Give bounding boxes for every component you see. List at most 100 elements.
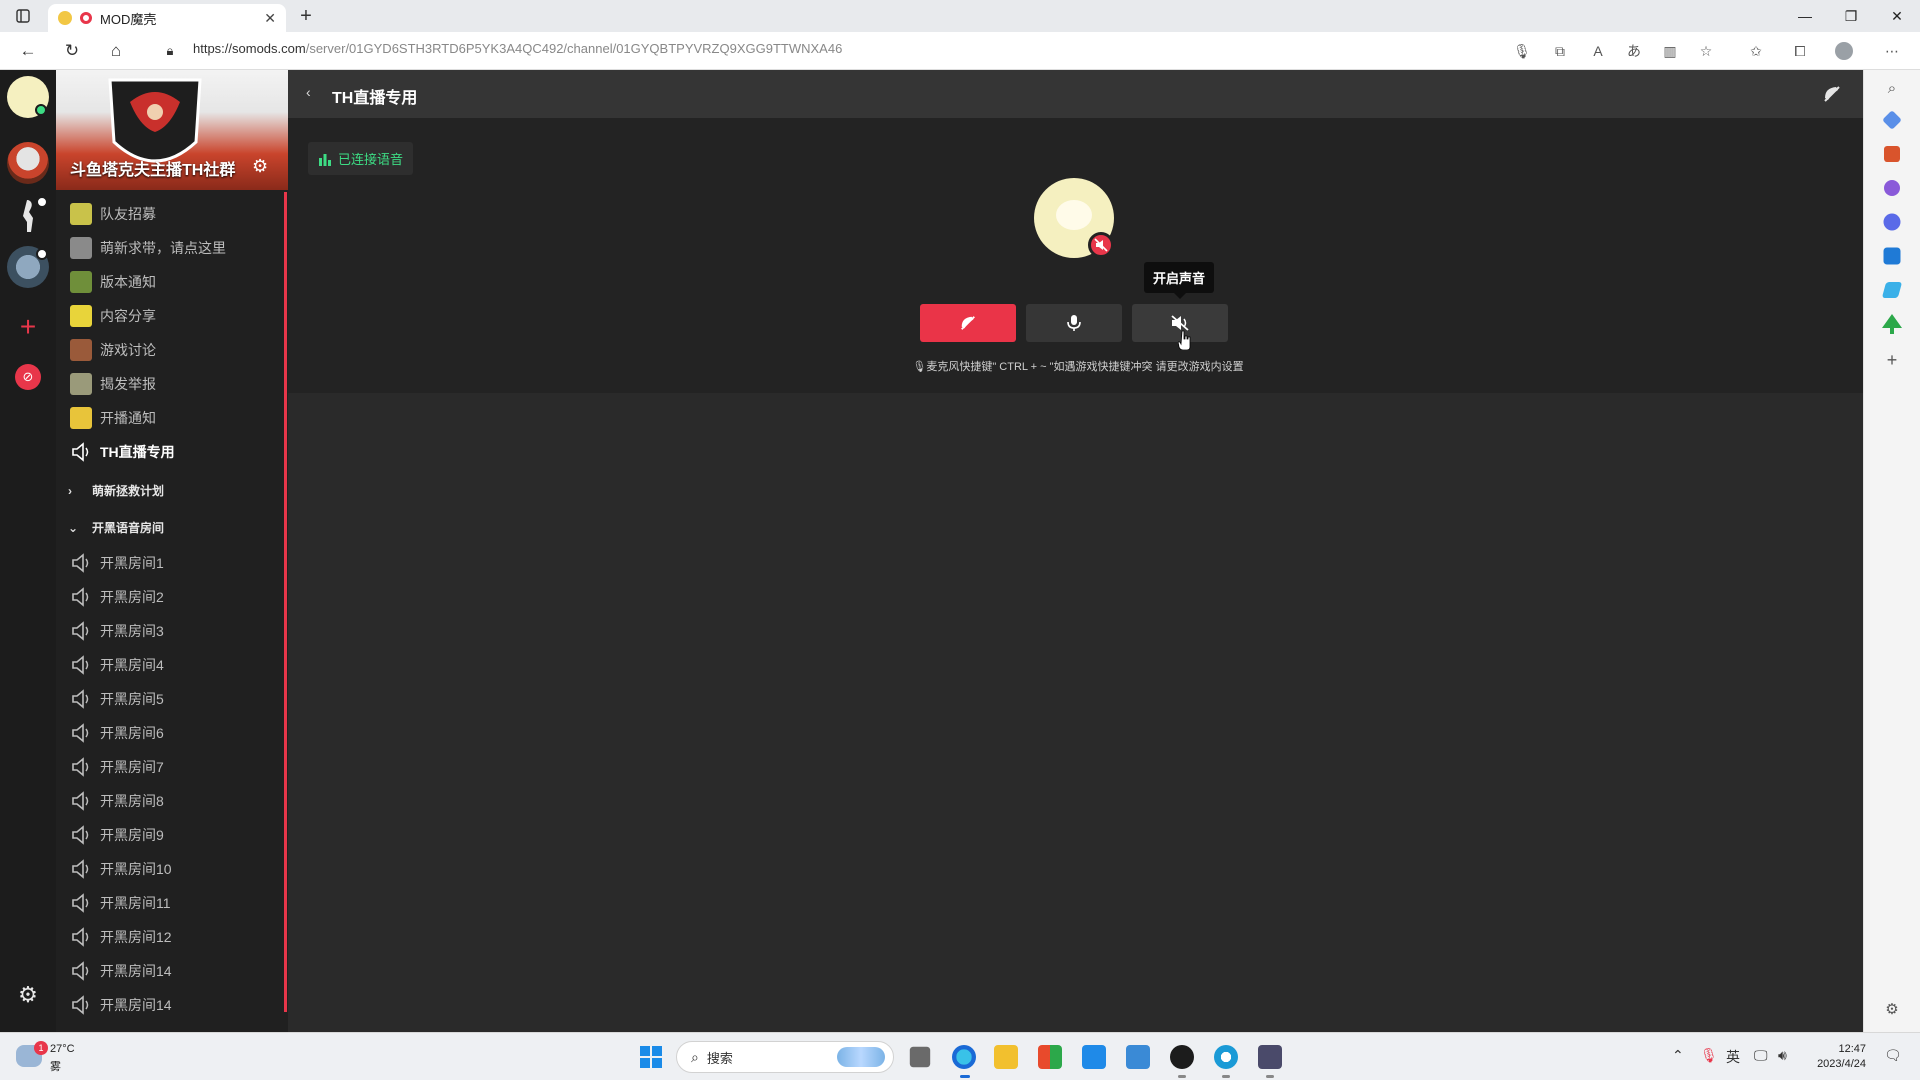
taskbar-search[interactable]: ⌕ 搜索 [676,1041,894,1073]
favorites-icon[interactable]: ✩ [1746,41,1766,61]
channel-item[interactable]: 队友招募 [70,200,278,228]
lock-icon[interactable]: 🔒︎ [156,37,184,65]
server-settings-gear-icon[interactable]: ⚙ [252,156,268,177]
reload-button[interactable]: ↻ [58,37,86,65]
microphone-button[interactable] [1026,304,1122,342]
tab-actions-icon[interactable] [0,0,46,32]
address-bar[interactable]: https://somods.com/server/01GYD6STH3RTD6… [193,41,842,56]
server-icon-th[interactable] [7,142,49,184]
collections-icon[interactable]: ⧠ [1790,41,1810,61]
edge-shopping-icon[interactable] [1882,110,1902,130]
add-favorite-icon[interactable]: ☆ [1696,41,1716,61]
voice-room-item[interactable]: 开黑房间14 [70,957,278,985]
minimize-button[interactable]: — [1782,0,1828,32]
browser-toolbar: ← ↻ ⌂ 🔒︎ https://somods.com/server/01GYD… [0,32,1920,70]
read-aloud-icon[interactable]: A [1588,41,1608,61]
app-chat-icon[interactable] [1170,1045,1194,1069]
clock[interactable]: 12:47 2023/4/24 [1806,1042,1866,1072]
channel-item[interactable]: 开播通知 [70,404,278,432]
edge-games-icon[interactable] [1884,180,1900,196]
channel-emblem-icon [70,407,92,429]
voice-room-item[interactable]: 开黑房间9 [70,821,278,849]
disconnect-button[interactable] [920,304,1016,342]
edge-settings-icon[interactable]: ⚙ [1882,1000,1902,1020]
channel-header: ‹ TH直播专用 [288,70,1863,118]
browser-tab-active[interactable]: MOD魔壳 ✕ [48,4,286,32]
channel-item[interactable]: 揭发举报 [70,370,278,398]
app-ring-icon[interactable] [1214,1045,1238,1069]
voice-room-item[interactable]: 开黑房间2 [70,583,278,611]
voice-room-item[interactable]: 开黑房间6 [70,719,278,747]
channel-item[interactable]: 内容分享 [70,302,278,330]
category-collapsed[interactable]: › 萌新拯救计划 [68,482,164,499]
channel-item[interactable]: 萌新求带，请点这里 [70,234,278,262]
back-button[interactable]: ← [14,37,42,65]
voice-room-item[interactable]: 开黑房间3 [70,617,278,645]
user-settings-gear-icon[interactable]: ⚙ [7,974,49,1016]
voice-room-item[interactable]: 开黑房间1 [70,549,278,577]
voice-room-item[interactable]: 开黑房间4 [70,651,278,679]
channel-label: 开播通知 [100,410,156,426]
voice-room-label: 开黑房间11 [100,895,171,911]
app-game-icon[interactable] [1258,1045,1282,1069]
edge-browser-icon[interactable] [952,1045,976,1069]
edge-copilot-icon[interactable] [1883,213,1901,231]
translate-icon[interactable]: あ [1624,41,1644,61]
edge-tools-icon[interactable] [1884,146,1900,162]
mic-shortcut-hint: 🎙︎麦克风快捷键" CTRL + ~ "如遇游戏快捷键冲突 请更改游戏内设置 [898,358,1258,374]
start-windows-icon[interactable] [640,1046,662,1068]
mic-permission-icon[interactable]: 🎙︎ [1512,41,1532,61]
speaker-icon [72,995,89,1015]
edge-add-icon[interactable]: + [1882,350,1902,370]
weather-widget[interactable]: 1 27°C 雾 [16,1041,76,1073]
ime-indicator[interactable]: 英 [1726,1047,1740,1067]
channel-item[interactable]: 版本通知 [70,268,278,296]
mic-small-icon: 🎙︎ [912,361,927,373]
restore-button[interactable]: ❐ [1828,0,1874,32]
voice-room-item[interactable]: 开黑房间10 [70,855,278,883]
voice-room-item[interactable]: 开黑房间14 [70,991,278,1019]
task-view-icon[interactable] [909,1046,931,1068]
voice-room-label: 开黑房间12 [100,929,172,945]
explore-icon[interactable]: ⊘ [7,356,49,398]
microsoft-store-icon[interactable] [1038,1045,1062,1069]
split-screen-icon[interactable]: ▥ [1660,41,1680,61]
home-button[interactable]: ⌂ [102,37,130,65]
server-name[interactable]: 斗鱼塔克夫主播TH社群 [70,156,235,180]
windows-taskbar: 1 27°C 雾 ⌕ 搜索 ⌃ 🎙︎ 英 🖵︎ 🔊︎ 12:47 2023/4/… [0,1032,1920,1080]
mail-icon[interactable] [1082,1045,1106,1069]
channel-item[interactable]: 游戏讨论 [70,336,278,364]
profile-avatar-icon[interactable] [1834,41,1854,61]
app-bird-icon[interactable] [1126,1045,1150,1069]
volume-icon[interactable]: 🔊︎ [1778,1047,1787,1064]
speaker-icon [72,587,89,607]
channel-label: TH直播专用 [100,444,175,460]
file-explorer-icon[interactable] [994,1045,1018,1069]
voice-room-item[interactable]: 开黑房间7 [70,753,278,781]
category-expanded[interactable]: ⌄ 开黑语音房间 [68,519,164,536]
voice-room-item[interactable]: 开黑房间12 [70,923,278,951]
more-menu-icon[interactable]: ⋯ [1882,41,1902,61]
tray-mic-icon[interactable]: 🎙︎ [1700,1047,1718,1064]
close-window-button[interactable]: ✕ [1874,0,1920,32]
notification-icon[interactable]: 🗨︎ [1884,1047,1902,1064]
edge-search-icon[interactable]: ⌕ [1882,80,1902,100]
voice-room-item[interactable]: 开黑房间8 [70,787,278,815]
add-server-icon[interactable]: + [7,306,49,348]
back-chevron-icon[interactable]: ‹ [306,84,311,100]
channel-list-scrollbar[interactable] [284,192,287,1012]
new-tab-button[interactable]: + [294,4,318,28]
edge-drop-icon[interactable] [1881,282,1903,298]
app-available-icon[interactable]: ⧉ [1550,41,1570,61]
voice-room-item[interactable]: 开黑房间11 [70,889,278,917]
channel-item-active[interactable]: TH直播专用 [70,438,278,466]
hangup-header-icon[interactable] [1822,84,1842,104]
voice-room-item[interactable]: 开黑房间5 [70,685,278,713]
edge-tree-icon[interactable] [1882,314,1902,334]
tab-close-icon[interactable]: ✕ [264,10,276,27]
tray-overflow-chevron-icon[interactable]: ⌃ [1672,1047,1684,1064]
unread-dot-icon [36,248,48,260]
network-icon[interactable]: 🖵︎ [1754,1047,1768,1064]
channel-label: 版本通知 [100,274,156,290]
edge-outlook-icon[interactable] [1883,247,1901,265]
